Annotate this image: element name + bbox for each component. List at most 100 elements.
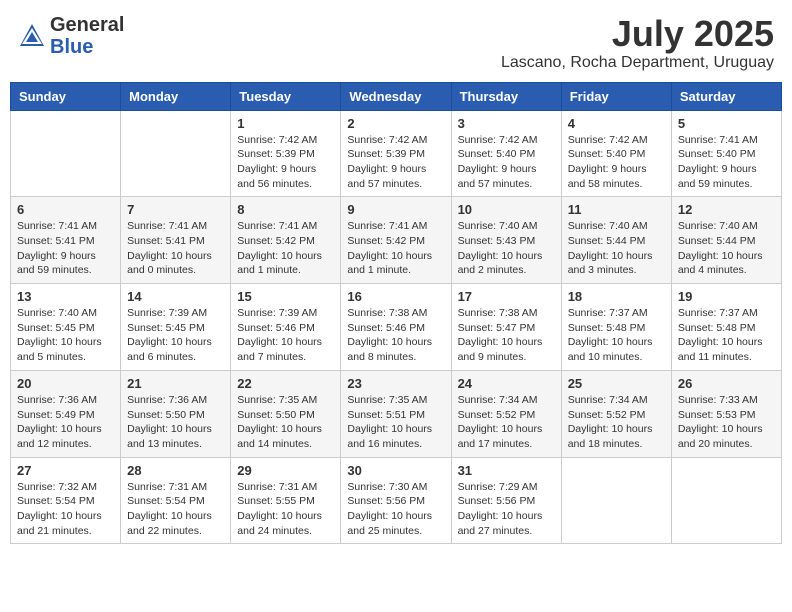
day-number: 6	[17, 202, 114, 217]
page-header: General Blue July 2025 Lascano, Rocha De…	[10, 10, 782, 76]
day-number: 20	[17, 376, 114, 391]
day-info: Sunrise: 7:42 AMSunset: 5:39 PMDaylight:…	[237, 133, 334, 192]
day-info: Sunrise: 7:34 AMSunset: 5:52 PMDaylight:…	[458, 393, 555, 452]
day-info: Sunrise: 7:32 AMSunset: 5:54 PMDaylight:…	[17, 480, 114, 539]
day-info: Sunrise: 7:33 AMSunset: 5:53 PMDaylight:…	[678, 393, 775, 452]
location-title: Lascano, Rocha Department, Uruguay	[501, 54, 774, 72]
calendar-cell: 30 Sunrise: 7:30 AMSunset: 5:56 PMDayligh…	[341, 457, 451, 544]
calendar-week-row: 1 Sunrise: 7:42 AMSunset: 5:39 PMDaylight…	[11, 110, 782, 197]
day-number: 21	[127, 376, 224, 391]
day-number: 9	[347, 202, 444, 217]
day-info: Sunrise: 7:41 AMSunset: 5:41 PMDaylight:…	[127, 219, 224, 278]
calendar-cell: 14 Sunrise: 7:39 AMSunset: 5:45 PMDayligh…	[121, 284, 231, 371]
calendar-cell: 5Sunrise: 7:41 AMSunset: 5:40 PMDaylight…	[671, 110, 781, 197]
calendar-cell: 28 Sunrise: 7:31 AMSunset: 5:54 PMDayligh…	[121, 457, 231, 544]
calendar-cell: 18Sunrise: 7:37 AMSunset: 5:48 PMDayligh…	[561, 284, 671, 371]
day-number: 14	[127, 289, 224, 304]
calendar-day-header: Tuesday	[231, 82, 341, 110]
day-info: Sunrise: 7:41 AMSunset: 5:41 PMDaylight:…	[17, 219, 114, 278]
calendar-day-header: Thursday	[451, 82, 561, 110]
calendar-day-header: Sunday	[11, 82, 121, 110]
day-info: Sunrise: 7:41 AMSunset: 5:40 PMDaylight:…	[678, 133, 775, 192]
calendar-cell: 20Sunrise: 7:36 AMSunset: 5:49 PMDayligh…	[11, 370, 121, 457]
day-info: Sunrise: 7:39 AMSunset: 5:45 PMDaylight:…	[127, 306, 224, 365]
day-number: 16	[347, 289, 444, 304]
day-number: 27	[17, 463, 114, 478]
calendar-cell: 23 Sunrise: 7:35 AMSunset: 5:51 PMDayligh…	[341, 370, 451, 457]
day-info: Sunrise: 7:37 AMSunset: 5:48 PMDaylight:…	[678, 306, 775, 365]
calendar-cell: 9 Sunrise: 7:41 AMSunset: 5:42 PMDaylight…	[341, 197, 451, 284]
day-info: Sunrise: 7:41 AMSunset: 5:42 PMDaylight:…	[347, 219, 444, 278]
day-number: 23	[347, 376, 444, 391]
logo: General Blue	[18, 14, 124, 58]
day-number: 28	[127, 463, 224, 478]
logo-icon	[18, 22, 46, 50]
day-number: 1	[237, 116, 334, 131]
day-number: 7	[127, 202, 224, 217]
month-title: July 2025	[501, 14, 774, 54]
day-number: 12	[678, 202, 775, 217]
calendar-cell: 4Sunrise: 7:42 AMSunset: 5:40 PMDaylight…	[561, 110, 671, 197]
calendar-cell	[671, 457, 781, 544]
day-info: Sunrise: 7:42 AMSunset: 5:39 PMDaylight:…	[347, 133, 444, 192]
day-info: Sunrise: 7:35 AMSunset: 5:50 PMDaylight:…	[237, 393, 334, 452]
day-info: Sunrise: 7:39 AMSunset: 5:46 PMDaylight:…	[237, 306, 334, 365]
day-info: Sunrise: 7:40 AMSunset: 5:44 PMDaylight:…	[678, 219, 775, 278]
calendar-cell: 27 Sunrise: 7:32 AMSunset: 5:54 PMDayligh…	[11, 457, 121, 544]
calendar-cell: 11 Sunrise: 7:40 AMSunset: 5:44 PMDayligh…	[561, 197, 671, 284]
calendar-cell: 8Sunrise: 7:41 AMSunset: 5:42 PMDaylight…	[231, 197, 341, 284]
day-info: Sunrise: 7:30 AMSunset: 5:56 PMDaylight:…	[347, 480, 444, 539]
calendar-cell	[11, 110, 121, 197]
calendar-cell: 19 Sunrise: 7:37 AMSunset: 5:48 PMDayligh…	[671, 284, 781, 371]
day-number: 19	[678, 289, 775, 304]
calendar-cell	[561, 457, 671, 544]
logo-blue-text: Blue	[50, 36, 124, 58]
day-info: Sunrise: 7:41 AMSunset: 5:42 PMDaylight:…	[237, 219, 334, 278]
day-info: Sunrise: 7:35 AMSunset: 5:51 PMDaylight:…	[347, 393, 444, 452]
day-number: 24	[458, 376, 555, 391]
calendar-cell: 15 Sunrise: 7:39 AMSunset: 5:46 PMDayligh…	[231, 284, 341, 371]
day-number: 26	[678, 376, 775, 391]
calendar-day-header: Saturday	[671, 82, 781, 110]
day-number: 13	[17, 289, 114, 304]
day-info: Sunrise: 7:40 AMSunset: 5:45 PMDaylight:…	[17, 306, 114, 365]
calendar-cell: 10 Sunrise: 7:40 AMSunset: 5:43 PMDayligh…	[451, 197, 561, 284]
calendar-cell: 13 Sunrise: 7:40 AMSunset: 5:45 PMDayligh…	[11, 284, 121, 371]
day-number: 2	[347, 116, 444, 131]
day-info: Sunrise: 7:34 AMSunset: 5:52 PMDaylight:…	[568, 393, 665, 452]
calendar-day-header: Wednesday	[341, 82, 451, 110]
day-number: 15	[237, 289, 334, 304]
day-info: Sunrise: 7:37 AMSunset: 5:48 PMDaylight:…	[568, 306, 665, 365]
day-info: Sunrise: 7:31 AMSunset: 5:55 PMDaylight:…	[237, 480, 334, 539]
day-info: Sunrise: 7:42 AMSunset: 5:40 PMDaylight:…	[458, 133, 555, 192]
day-number: 22	[237, 376, 334, 391]
day-info: Sunrise: 7:40 AMSunset: 5:43 PMDaylight:…	[458, 219, 555, 278]
logo-text: General Blue	[50, 14, 124, 58]
calendar-cell: 16 Sunrise: 7:38 AMSunset: 5:46 PMDayligh…	[341, 284, 451, 371]
calendar-cell: 7 Sunrise: 7:41 AMSunset: 5:41 PMDaylight…	[121, 197, 231, 284]
calendar-header-row: SundayMondayTuesdayWednesdayThursdayFrid…	[11, 82, 782, 110]
day-number: 29	[237, 463, 334, 478]
day-number: 17	[458, 289, 555, 304]
calendar-week-row: 6 Sunrise: 7:41 AMSunset: 5:41 PMDaylight…	[11, 197, 782, 284]
day-number: 11	[568, 202, 665, 217]
calendar-cell	[121, 110, 231, 197]
day-info: Sunrise: 7:40 AMSunset: 5:44 PMDaylight:…	[568, 219, 665, 278]
day-number: 10	[458, 202, 555, 217]
calendar-cell: 6 Sunrise: 7:41 AMSunset: 5:41 PMDaylight…	[11, 197, 121, 284]
calendar-cell: 29 Sunrise: 7:31 AMSunset: 5:55 PMDayligh…	[231, 457, 341, 544]
day-info: Sunrise: 7:38 AMSunset: 5:46 PMDaylight:…	[347, 306, 444, 365]
calendar-cell: 31 Sunrise: 7:29 AMSunset: 5:56 PMDayligh…	[451, 457, 561, 544]
day-info: Sunrise: 7:38 AMSunset: 5:47 PMDaylight:…	[458, 306, 555, 365]
calendar-cell: 3Sunrise: 7:42 AMSunset: 5:40 PMDaylight…	[451, 110, 561, 197]
calendar-cell: 2 Sunrise: 7:42 AMSunset: 5:39 PMDaylight…	[341, 110, 451, 197]
day-number: 30	[347, 463, 444, 478]
day-info: Sunrise: 7:29 AMSunset: 5:56 PMDaylight:…	[458, 480, 555, 539]
calendar-table: SundayMondayTuesdayWednesdayThursdayFrid…	[10, 82, 782, 545]
day-info: Sunrise: 7:36 AMSunset: 5:50 PMDaylight:…	[127, 393, 224, 452]
calendar-cell: 22 Sunrise: 7:35 AMSunset: 5:50 PMDayligh…	[231, 370, 341, 457]
day-info: Sunrise: 7:31 AMSunset: 5:54 PMDaylight:…	[127, 480, 224, 539]
calendar-day-header: Friday	[561, 82, 671, 110]
calendar-cell: 26 Sunrise: 7:33 AMSunset: 5:53 PMDayligh…	[671, 370, 781, 457]
day-number: 31	[458, 463, 555, 478]
